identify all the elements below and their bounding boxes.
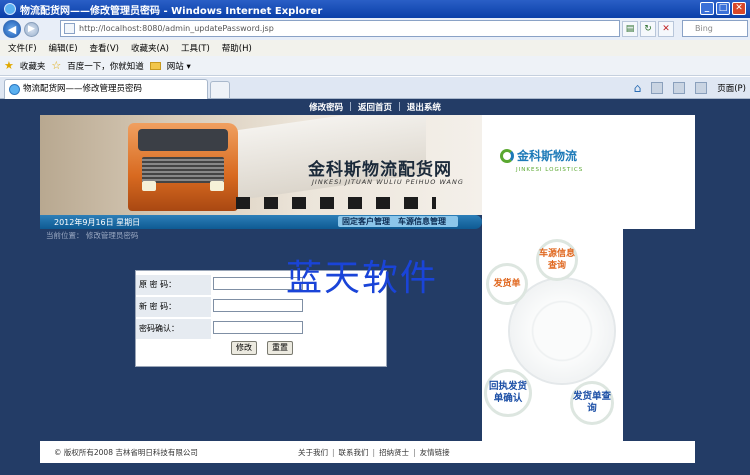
stop-icon[interactable]: ✕ (658, 21, 674, 37)
footer-separator: | (413, 448, 416, 457)
ie-icon (4, 3, 16, 15)
home-icon[interactable]: ⌂ (634, 81, 642, 95)
info-bar-right (482, 215, 695, 229)
waybill-query-bubble[interactable]: 发货单查询 (570, 381, 614, 425)
submit-button[interactable]: 修改 (231, 341, 257, 355)
old-password-label: 原 密 码： (136, 275, 211, 295)
form-buttons: 修改 重置 (231, 341, 293, 355)
link-customer-management[interactable]: 固定客户管理 (342, 217, 390, 226)
truck-wheels-graphic (236, 197, 436, 209)
menu-file[interactable]: 文件(F) (6, 42, 39, 54)
page-menu[interactable]: 页面(P) (717, 82, 746, 94)
refresh-icon[interactable]: ↻ (640, 21, 656, 37)
vehicle-query-bubble[interactable]: 车源信息查询 (536, 239, 578, 281)
reset-button[interactable]: 重置 (267, 341, 293, 355)
command-bar: ⌂ 页面(P) (634, 81, 746, 95)
close-button[interactable]: ✕ (732, 2, 746, 15)
watermark-text: 蓝天软件 (286, 258, 439, 299)
waybill-bubble[interactable]: 发货单 (486, 263, 528, 305)
footer-copyright: © 版权所有2008 吉林省明日科技有限公司 (54, 448, 198, 457)
feeds-icon[interactable] (651, 82, 664, 94)
footer-link-jobs[interactable]: 招纳贤士 (379, 448, 409, 457)
company-logo: 金科斯物流 (500, 147, 577, 164)
confirm-password-field[interactable] (213, 321, 303, 334)
truck-headlight (142, 181, 156, 191)
page-icon (64, 23, 75, 34)
tab-ie-icon (9, 84, 20, 95)
tab-bar: 物流配货网——修改管理员密码 ⌂ 页面(P) (0, 77, 750, 99)
receipt-confirm-bubble[interactable]: 回执发货单确认 (484, 369, 532, 417)
quick-links-panel: 车源信息查询 发货单 回执发货单确认 发货单查询 (482, 229, 623, 441)
tab-active[interactable]: 物流配货网——修改管理员密码 (4, 79, 208, 99)
forward-button[interactable]: ▶ (24, 21, 39, 37)
menu-edit[interactable]: 编辑(E) (47, 42, 80, 54)
footer-links: 关于我们 | 联系我们 | 招纳贤士 | 友情链接 (298, 447, 450, 458)
menu-help[interactable]: 帮助(H) (220, 42, 254, 54)
back-button[interactable]: ◀ (3, 20, 21, 38)
address-tools: ▤ ↻ ✕ (622, 21, 674, 37)
favorites-bar: ★ 收藏夹 ☆ 百度一下，你就知道 网站 ▾ (0, 56, 750, 76)
search-input[interactable]: Bing (682, 20, 748, 37)
favorite-link-sites[interactable]: 网站 ▾ (167, 60, 191, 72)
print-icon[interactable] (695, 82, 708, 94)
search-placeholder: Bing (695, 24, 713, 33)
current-date: 2012年9月16日 星期日 (54, 218, 141, 227)
window-title: 物流配货网——修改管理员密码 - Windows Internet Explor… (20, 5, 323, 17)
banner-subtitle: JINKESI JITUAN WULIU PEIHUO WANG (312, 178, 464, 186)
folder-icon (149, 61, 161, 70)
web-page: 修改密码 | 返回首页 | 退出系统 金科斯物流配货网 JINKESI JITU… (0, 99, 750, 475)
menu-favorites[interactable]: 收藏夹(A) (129, 42, 171, 54)
minimize-button[interactable]: _ (700, 2, 714, 15)
add-favorite-icon[interactable]: ☆ (51, 59, 61, 72)
top-nav: 修改密码 | 返回首页 | 退出系统 (0, 99, 750, 115)
logo-subtext: JINKESI LOGISTICS (516, 167, 584, 173)
truck-grille-graphic (142, 157, 224, 183)
nav-logout[interactable]: 退出系统 (407, 101, 441, 113)
truck-headlight (210, 181, 224, 191)
banner-title: 金科斯物流配货网 (308, 160, 452, 180)
banner-image: 金科斯物流配货网 JINKESI JITUAN WULIU PEIHUO WAN… (40, 115, 482, 215)
nav-change-password[interactable]: 修改密码 (309, 101, 343, 113)
address-url: http://localhost:8080/admin_updatePasswo… (79, 24, 274, 33)
nav-home[interactable]: 返回首页 (358, 101, 392, 113)
breadcrumb: 当前位置： 修改管理员密码 (46, 231, 139, 240)
link-vehicle-management[interactable]: 车源信息管理 (398, 217, 446, 226)
tab-title: 物流配货网——修改管理员密码 (23, 84, 143, 94)
address-toolbar: ◀ ▶ http://localhost:8080/admin_updatePa… (0, 18, 750, 40)
footer-link-contact[interactable]: 联系我们 (339, 448, 369, 457)
logo-mark-icon (500, 148, 514, 163)
menu-bar: 文件(F) 编辑(E) 查看(V) 收藏夹(A) 工具(T) 帮助(H) (0, 40, 750, 56)
footer-separator: | (372, 448, 376, 457)
window-controls: _ □ ✕ (700, 2, 746, 15)
mail-icon[interactable] (673, 82, 686, 94)
footer-separator: | (332, 448, 335, 457)
confirm-password-row: 密码确认： (136, 319, 388, 339)
menu-view[interactable]: 查看(V) (88, 42, 121, 54)
logo-text: 金科斯物流 (517, 149, 578, 163)
nav-separator: | (398, 102, 401, 112)
footer-link-about[interactable]: 关于我们 (298, 448, 328, 457)
info-bar: 2012年9月16日 星期日 固定客户管理 车源信息管理 (40, 215, 482, 229)
new-tab-button[interactable] (210, 81, 230, 98)
nav-separator: | (349, 102, 352, 112)
favorite-link-baidu[interactable]: 百度一下，你就知道 (67, 60, 144, 72)
favorites-button[interactable]: 收藏夹 (20, 60, 46, 72)
maximize-button[interactable]: □ (716, 2, 730, 15)
address-input[interactable]: http://localhost:8080/admin_updatePasswo… (60, 20, 620, 37)
footer-link-friends[interactable]: 友情链接 (420, 448, 450, 457)
site-header: 金科斯物流配货网 JINKESI JITUAN WULIU PEIHUO WAN… (40, 115, 695, 215)
confirm-password-label: 密码确认： (136, 319, 211, 339)
admin-links: 固定客户管理 车源信息管理 (338, 216, 458, 227)
footer-right (482, 441, 695, 463)
favorites-star-icon: ★ (4, 59, 14, 72)
new-password-label: 新 密 码： (136, 297, 211, 317)
compat-view-icon[interactable]: ▤ (622, 21, 638, 37)
menu-tools[interactable]: 工具(T) (179, 42, 212, 54)
truck-window-graphic (138, 129, 228, 151)
window-title-bar: 物流配货网——修改管理员密码 - Windows Internet Explor… (0, 0, 750, 18)
